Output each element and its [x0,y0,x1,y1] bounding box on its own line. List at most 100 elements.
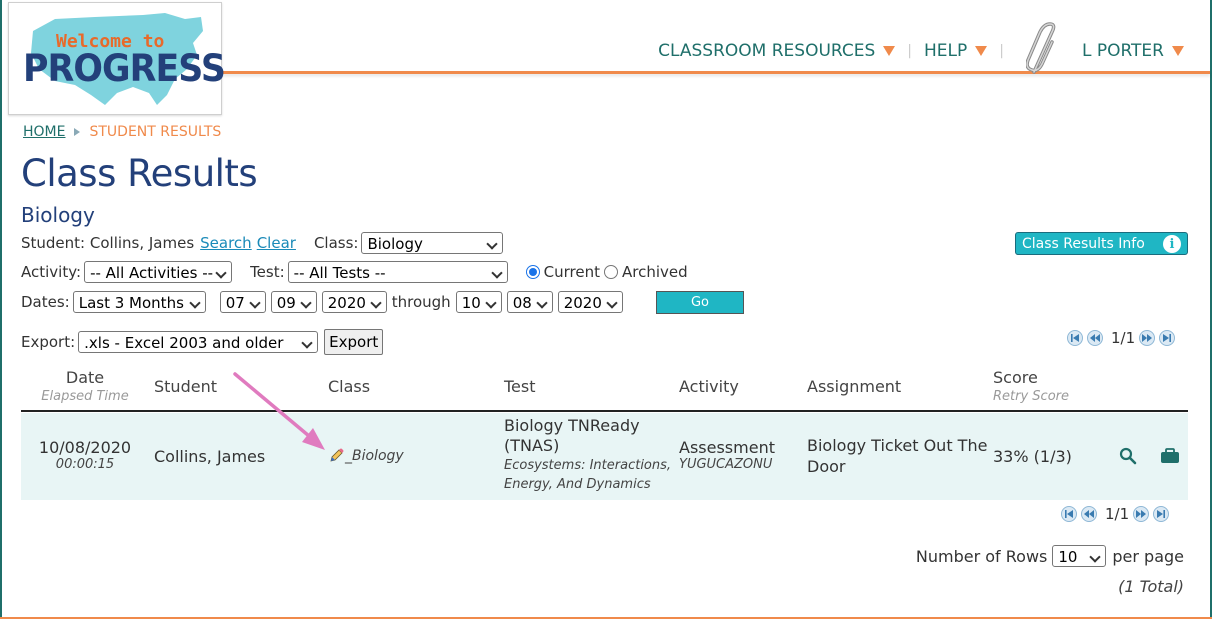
radio-archived[interactable] [604,265,618,279]
to-month-select[interactable]: 10 [455,291,502,313]
header-assignment[interactable]: Assignment [807,377,901,396]
previous-page-icon[interactable] [1087,330,1103,346]
student-search-link[interactable]: Search [200,234,252,252]
table-row: 10/08/2020 00:00:15 Collins, James _Biol… [21,413,1188,500]
class-results-info-button[interactable]: Class Results Info i [1015,232,1188,255]
class-select[interactable]: Biology [361,232,504,254]
cell-test-sub1: Ecosystems: Interactions, [504,458,672,473]
dates-range-select[interactable]: Last 3 Months [72,291,206,313]
nav-user-label: L PORTER [1081,41,1164,61]
filter-row-student: Student: Collins, James Search Clear Cla… [21,232,504,254]
cell-test: Biology TNReady (TNAS) Ecosystems: Inter… [504,416,671,494]
first-page-icon[interactable] [1061,506,1077,522]
header-date-label: Date [65,368,105,387]
page-title: Class Results [21,152,258,195]
total-count: (1 Total) [1118,577,1184,596]
test-label: Test: [250,263,285,281]
header-score-label: Score [993,368,1038,387]
activity-select[interactable]: -- All Activities -- [84,261,233,283]
nav-separator: | [999,43,1004,59]
paperclip-icon [1025,22,1056,74]
go-button[interactable]: Go [656,291,744,314]
next-page-icon[interactable] [1139,330,1156,346]
cell-activity: Assessment YUGUCAZONU [679,438,775,472]
cell-student: Collins, James [154,447,266,466]
nav-user-menu[interactable]: L PORTER [1082,41,1184,61]
cell-assignment-line2: Door [807,457,846,476]
cell-assignment-line1: Biology Ticket Out The [807,436,988,455]
breadcrumb-arrow-icon [74,128,81,136]
from-day-select[interactable]: 09 [270,291,317,313]
search-icon[interactable] [1119,447,1137,465]
cell-assignment: Biology Ticket Out The Door [807,435,987,477]
student-label: Student: Collins, James [21,234,195,252]
export-format-select[interactable]: .xls - Excel 2003 and older [78,331,319,353]
pager-top-text: 1/1 [1111,329,1136,347]
radio-current[interactable] [525,265,540,279]
cell-elapsed-time: 00:00:15 [55,457,115,472]
header-test[interactable]: Test [504,377,536,396]
class-results-info-label: Class Results Info [1022,235,1145,252]
site-logo[interactable]: Welcome to PROGRESS [8,2,226,115]
logo-progress-text: PROGRESS [23,47,226,90]
test-select[interactable]: -- All Tests -- [287,261,508,283]
rows-per-page-select[interactable]: 10 [1052,545,1107,567]
to-day-select[interactable]: 08 [506,291,553,313]
from-month-select[interactable]: 07 [219,291,266,313]
cell-test-line1: Biology TNReady [504,416,640,435]
to-year-select[interactable]: 2020 [557,291,623,313]
header-student[interactable]: Student [154,377,217,396]
pencil-icon [330,448,344,462]
cell-class-link: _Biology [345,448,404,464]
cell-test-sub2: Energy, And Dynamics [504,477,651,492]
last-page-icon[interactable] [1159,330,1176,346]
through-label: through [391,293,451,311]
export-label: Export: [21,333,76,351]
header-date[interactable]: Date Elapsed Time [21,368,149,404]
filter-row-activity: Activity: -- All Activities -- Test: -- … [21,261,688,283]
breadcrumb-current: STUDENT RESULTS [89,124,222,140]
cell-class[interactable]: _Biology [328,448,404,464]
from-year-select[interactable]: 2020 [321,291,387,313]
header-date-sub: Elapsed Time [41,389,129,404]
frame-left-border [0,0,2,619]
export-button[interactable]: Export [324,329,384,355]
header-activity[interactable]: Activity [679,377,739,396]
previous-page-icon[interactable] [1081,506,1097,522]
nav-separator: | [907,43,912,59]
cell-score: 33% (1/3) [993,447,1072,466]
briefcase-icon[interactable] [1160,448,1180,464]
chevron-down-icon [883,46,896,56]
radio-current-label: Current [543,263,600,281]
nav-help-label: HELP [924,41,968,61]
cell-test-line2: (TNAS) [504,436,560,455]
class-label: Class: [313,234,359,252]
nav-classroom-resources[interactable]: CLASSROOM RESOURCES [658,41,896,61]
cell-activity-sub: YUGUCAZONU [679,457,773,472]
nav-help[interactable]: HELP [924,41,988,61]
pager-top: 1/1 [1067,329,1179,347]
pager-bottom-text: 1/1 [1105,505,1130,523]
header-class[interactable]: Class [328,377,370,396]
rows-per-page: Number of Rows 10 per page [916,545,1184,567]
last-page-icon[interactable] [1153,506,1170,522]
next-page-icon[interactable] [1133,506,1150,522]
dates-label: Dates: [21,293,70,311]
export-row: Export: .xls - Excel 2003 and older Expo… [21,329,384,355]
results-table-header: Date Elapsed Time Student Class Test Act… [21,368,1188,412]
breadcrumb-home-link[interactable]: HOME [23,124,65,140]
cell-date: 10/08/2020 00:00:15 [21,438,149,472]
chevron-down-icon [1172,46,1184,56]
first-page-icon[interactable] [1067,330,1083,346]
breadcrumb: HOME STUDENT RESULTS [23,124,221,140]
activity-label: Activity: [21,263,82,281]
pager-bottom: 1/1 [1061,505,1173,523]
radio-archived-label: Archived [622,263,688,281]
info-icon: i [1163,235,1181,253]
header-score[interactable]: Score Retry Score [993,368,1069,404]
cell-activity-value: Assessment [679,438,775,457]
rows-per-page-label: Number of Rows [915,546,1048,566]
student-clear-link[interactable]: Clear [257,234,296,252]
page-subtitle: Biology [21,203,95,227]
filter-row-dates: Dates: Last 3 Months 07 09 2020 through … [21,291,623,313]
